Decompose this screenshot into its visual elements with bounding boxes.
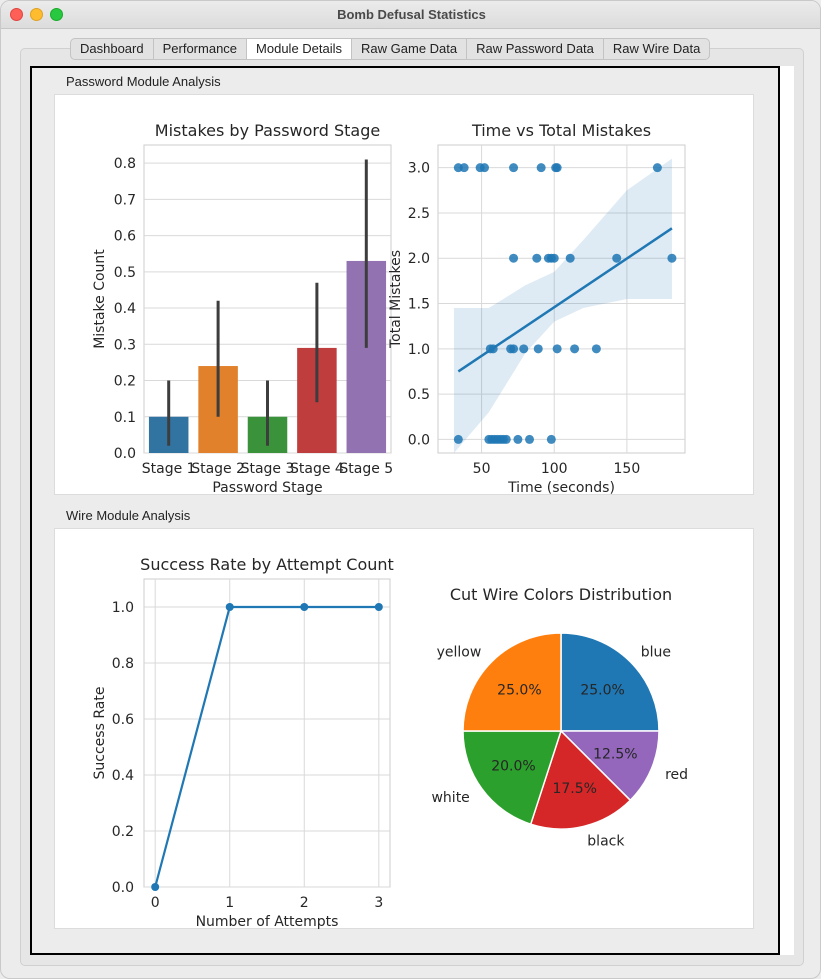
scatter-ytick-label: 2.0: [408, 251, 430, 267]
line-chart-plot-area: [143, 578, 391, 888]
tab-bar: Dashboard Performance Module Details Raw…: [70, 38, 711, 60]
bar-chart-xtick-label: Stage 4: [290, 461, 344, 477]
bar-chart-ylabel: Mistake Count: [92, 249, 108, 349]
line-chart-title: Success Rate by Attempt Count: [140, 555, 394, 574]
pie-chart-title: Cut Wire Colors Distribution: [450, 585, 672, 604]
line-chart-ylabel: Success Rate: [92, 687, 108, 780]
line-chart-xtick-label: 1: [225, 895, 234, 911]
wire-charts-svg: 0.0 0.2 0.4 0.6 0.8 1.0 0 1 2 3 Success Rate by At…: [92, 555, 688, 930]
scatter-point: [501, 434, 511, 444]
scatter-xtick-label: 100: [541, 461, 568, 477]
tab-raw-game-data[interactable]: Raw Game Data: [352, 39, 468, 59]
bar-chart-ytick-label: 0.6: [114, 229, 136, 245]
bar-chart-xlabel: Password Stage: [212, 480, 322, 496]
password-charts-svg: 0.00.10.20.30.40.50.60.70.8Stage 1Stage …: [92, 121, 686, 496]
pie-slice-percent-label: 17.5%: [552, 781, 596, 797]
line-chart-ytick-label: 0.0: [112, 880, 134, 896]
bar-chart-ytick-label: 0.1: [114, 410, 136, 426]
line-chart-ytick-label: 0.2: [112, 824, 134, 840]
scatter-point: [552, 344, 562, 354]
wire-group-title: Wire Module Analysis: [66, 508, 191, 523]
line-chart-marker: [374, 603, 383, 611]
line-chart-marker: [151, 883, 160, 891]
scatter-ytick-label: 3.0: [408, 161, 430, 177]
scatter-ytick-label: 0.5: [408, 387, 430, 403]
scatter-point: [667, 253, 677, 263]
bar-chart-ytick-label: 0.3: [114, 337, 136, 353]
scatter-ytick-label: 2.5: [408, 206, 430, 222]
scatter-ylabel: Total Mistakes: [388, 250, 404, 349]
pie-slice-label: red: [665, 767, 688, 783]
bar-chart-ytick-label: 0.8: [114, 156, 136, 172]
pie-slice-label: blue: [641, 644, 671, 660]
bar-chart-title: Mistakes by Password Stage: [155, 121, 380, 140]
bar-chart-ytick-label: 0.5: [114, 265, 136, 281]
pie-slice-percent-label: 25.0%: [497, 682, 541, 698]
line-chart-ytick-label: 0.4: [112, 768, 134, 784]
pie-slice-percent-label: 12.5%: [593, 747, 637, 763]
scatter-ytick-label: 0.0: [408, 432, 430, 448]
line-chart-ytick-label: 0.8: [112, 656, 134, 672]
scatter-point: [546, 434, 556, 444]
pie-slice-label: yellow: [437, 644, 482, 660]
pie-slice-percent-label: 20.0%: [491, 759, 535, 775]
bar-chart-xtick-label: Stage 5: [339, 461, 393, 477]
scatter-ytick-label: 1.5: [408, 297, 430, 313]
scatter-xlabel: Time (seconds): [507, 480, 615, 496]
scatter-point: [509, 344, 519, 354]
line-chart-marker: [300, 603, 309, 611]
scatter-point: [525, 434, 535, 444]
scrollbar-track[interactable]: [780, 66, 794, 955]
line-chart-ytick-label: 1.0: [112, 600, 134, 616]
bar-chart-ytick-label: 0.4: [114, 301, 136, 317]
bar-chart-ytick-label: 0.2: [114, 374, 136, 390]
window-title: Bomb Defusal Statistics: [337, 7, 486, 22]
tab-raw-wire-data[interactable]: Raw Wire Data: [604, 39, 709, 59]
bar-chart-xtick-label: Stage 3: [241, 461, 295, 477]
scatter-xtick-label: 50: [473, 461, 491, 477]
scatter-point: [570, 344, 580, 354]
title-bar: Bomb Defusal Statistics: [1, 1, 820, 29]
pie-slice-label: black: [587, 834, 625, 850]
tab-dashboard[interactable]: Dashboard: [71, 39, 154, 59]
scatter-point: [552, 163, 562, 173]
scatter-point: [549, 253, 559, 263]
tab-raw-password-data[interactable]: Raw Password Data: [467, 39, 604, 59]
bar-chart-xtick-label: Stage 2: [191, 461, 245, 477]
bar-chart-xtick-label: Stage 1: [142, 461, 196, 477]
scatter-point: [513, 434, 523, 444]
scatter-title: Time vs Total Mistakes: [471, 121, 651, 140]
line-chart-xtick-label: 2: [300, 895, 309, 911]
password-group-title: Password Module Analysis: [66, 74, 221, 89]
bar-chart-ytick-label: 0.0: [114, 446, 136, 462]
scatter-point: [612, 253, 622, 263]
line-chart-xtick-label: 0: [151, 895, 160, 911]
line-chart-ytick-label: 0.6: [112, 712, 134, 728]
scatter-point: [533, 344, 543, 354]
pie-slice-label: white: [431, 790, 469, 806]
scatter-point: [532, 253, 542, 263]
scatter-point: [509, 253, 519, 263]
pie-slice-percent-label: 25.0%: [580, 682, 624, 698]
tab-module-details[interactable]: Module Details: [247, 39, 353, 59]
app-window: Bomb Defusal Statistics Dashboard Perfor…: [0, 0, 821, 979]
tab-performance[interactable]: Performance: [154, 39, 248, 59]
scatter-point: [536, 163, 546, 173]
scatter-point: [459, 163, 469, 173]
scatter-point: [509, 163, 519, 173]
line-chart-xtick-label: 3: [374, 895, 383, 911]
line-chart-marker: [225, 603, 234, 611]
scatter-point: [453, 434, 463, 444]
scatter-point: [519, 344, 529, 354]
scatter-point: [652, 163, 662, 173]
line-chart-xlabel: Number of Attempts: [196, 914, 339, 930]
wire-chart-panel: 0.0 0.2 0.4 0.6 0.8 1.0 0 1 2 3 Success Rate by At…: [54, 528, 754, 930]
scatter-point: [591, 344, 601, 354]
scatter-xtick-label: 150: [614, 461, 641, 477]
scatter-point: [479, 163, 489, 173]
bar-chart-ytick-label: 0.7: [114, 192, 136, 208]
scatter-ytick-label: 1.0: [408, 342, 430, 358]
password-chart-panel: 0.0 0.1 0.2 0.3 0.4 0.5 0.6 0.7 0.8 Stage 1 Stage …: [54, 94, 754, 496]
scatter-point: [565, 253, 575, 263]
